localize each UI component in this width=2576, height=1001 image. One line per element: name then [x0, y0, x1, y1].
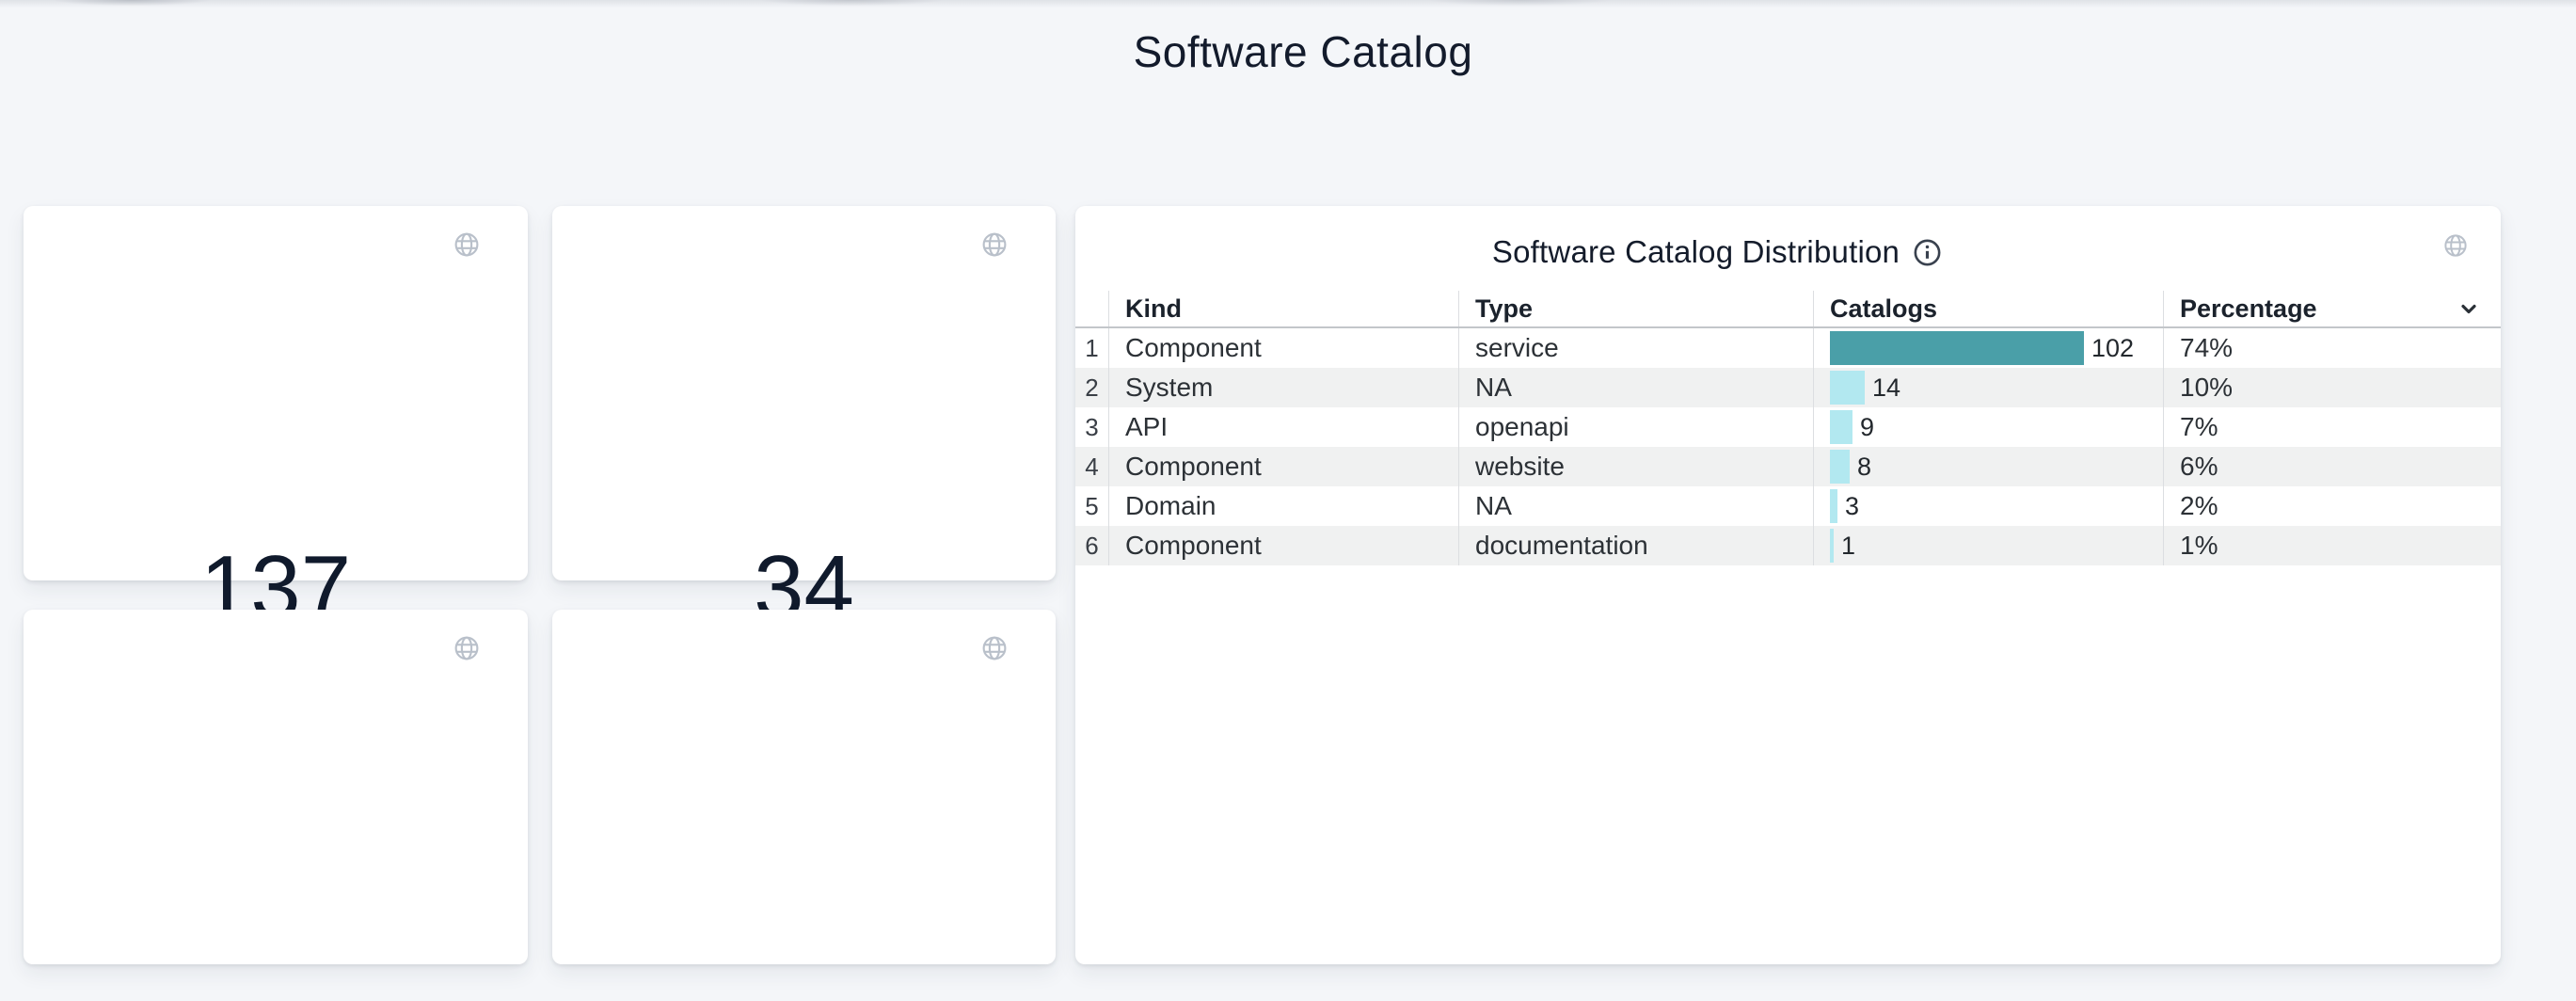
globe-icon	[980, 634, 1009, 662]
table-row: 2SystemNA 14 10%	[1075, 368, 2501, 407]
cell-kind: Domain	[1108, 486, 1458, 526]
table-row: 3APIopenapi 9 7%	[1075, 407, 2501, 447]
row-index: 2	[1075, 373, 1108, 403]
table-row: 4Componentwebsite 8 6%	[1075, 447, 2501, 486]
cell-type: openapi	[1458, 407, 1813, 447]
catalogs-value: 8	[1857, 453, 1871, 482]
column-header-percentage-label: Percentage	[2180, 294, 2317, 324]
stat-card-new-catalog-components: 34 New Catalog Components	[552, 206, 1056, 580]
catalogs-value: 14	[1872, 373, 1900, 403]
globe-icon	[453, 230, 481, 259]
row-index: 6	[1075, 532, 1108, 561]
catalogs-value: 9	[1860, 413, 1874, 442]
row-index: 4	[1075, 453, 1108, 482]
catalogs-value: 1	[1841, 532, 1855, 561]
chevron-down-icon[interactable]	[2457, 297, 2480, 320]
cell-type: NA	[1458, 486, 1813, 526]
page-title: Software Catalog	[0, 26, 2576, 77]
catalogs-bar	[1830, 529, 1834, 563]
cell-kind: Component	[1108, 526, 1458, 565]
cell-catalogs: 1	[1813, 526, 2163, 565]
catalogs-bar	[1830, 489, 1837, 523]
info-icon[interactable]	[1912, 237, 1943, 268]
top-edge-shadow	[0, 0, 2576, 9]
cell-percentage: 7%	[2163, 407, 2501, 447]
catalogs-bar	[1830, 331, 2084, 365]
distribution-table: Kind Type Catalogs Percentage 1Component…	[1075, 291, 2501, 565]
table-row: 6Componentdocumentation 1 1%	[1075, 526, 2501, 565]
row-index: 3	[1075, 413, 1108, 442]
distribution-title: Software Catalog Distribution	[1492, 234, 1900, 270]
catalogs-bar	[1830, 371, 1865, 405]
dashboard-page: Software Catalog 137 Total Catalog Compo…	[0, 0, 2576, 1001]
cell-catalogs: 102	[1813, 328, 2163, 368]
table-row: 5DomainNA 3 2%	[1075, 486, 2501, 526]
cell-catalogs: 3	[1813, 486, 2163, 526]
stat-card-total-catalog-components: 137 Total Catalog Components	[24, 206, 528, 580]
cell-catalogs: 14	[1813, 368, 2163, 407]
column-header-kind: Kind	[1108, 291, 1458, 326]
row-index: 1	[1075, 334, 1108, 363]
cell-catalogs: 8	[1813, 447, 2163, 486]
cell-kind: Component	[1108, 328, 1458, 368]
row-index: 5	[1075, 492, 1108, 521]
column-header-percentage: Percentage	[2163, 291, 2501, 326]
table-header-row: Kind Type Catalogs Percentage	[1075, 291, 2501, 328]
catalogs-bar	[1830, 450, 1850, 484]
cell-type: documentation	[1458, 526, 1813, 565]
stat-card-total-plugins-enabled: 9 Total Plugins Enabled	[24, 610, 528, 964]
cell-type: service	[1458, 328, 1813, 368]
cell-type: website	[1458, 447, 1813, 486]
cell-kind: System	[1108, 368, 1458, 407]
catalogs-bar	[1830, 410, 1852, 444]
cell-percentage: 74%	[2163, 328, 2501, 368]
cell-catalogs: 9	[1813, 407, 2163, 447]
globe-icon	[2442, 232, 2469, 259]
cell-percentage: 6%	[2163, 447, 2501, 486]
cell-type: NA	[1458, 368, 1813, 407]
column-header-type: Type	[1458, 291, 1813, 326]
cell-percentage: 1%	[2163, 526, 2501, 565]
catalogs-value: 3	[1845, 492, 1859, 521]
stat-card-total-custom-plugins-enabled: 4 Total Custom Plugins Enabl...	[552, 610, 1056, 964]
cell-kind: API	[1108, 407, 1458, 447]
table-row: 1Componentservice 102 74%	[1075, 328, 2501, 368]
catalogs-value: 102	[2091, 334, 2134, 363]
table-body: 1Componentservice10274%2SystemNA1410%3AP…	[1075, 328, 2501, 565]
cell-percentage: 2%	[2163, 486, 2501, 526]
cell-percentage: 10%	[2163, 368, 2501, 407]
globe-icon	[453, 634, 481, 662]
distribution-card-header: Software Catalog Distribution	[1005, 232, 2430, 272]
cell-kind: Component	[1108, 447, 1458, 486]
column-header-catalogs: Catalogs	[1813, 291, 2163, 326]
